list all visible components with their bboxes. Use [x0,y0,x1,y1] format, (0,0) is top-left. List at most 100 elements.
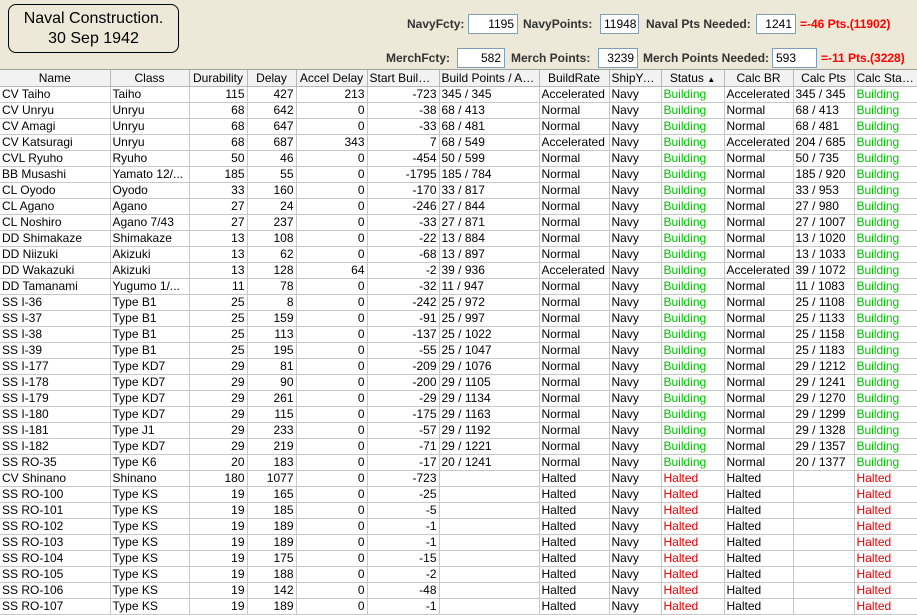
cell-status: Building [661,310,725,327]
table-row[interactable]: SS RO-104 Type KS 19 175 0 -15 Halted Navy Halte… [0,550,917,567]
cell-build-points: 27 / 871 [439,214,540,231]
table-row[interactable]: SS I-179 Type KD7 29 261 0 -29 29 / 1134 Normal… [0,390,917,407]
column-header-calc-br[interactable]: Calc BR [724,70,794,87]
column-header-calc-status[interactable]: Calc Status [854,70,917,87]
column-header-calc-pts[interactable]: Calc Pts [793,70,855,87]
table-header-row: Name Class Durability Delay Accel Delay … [0,70,917,87]
cell-calc-pts [793,470,855,487]
cell-start-building: -1 [367,518,440,535]
cell-accel-delay: 213 [296,86,368,103]
table-row[interactable]: SS I-180 Type KD7 29 115 0 -175 29 / 1163 Norma… [0,406,917,423]
cell-calc-pts [793,550,855,567]
column-header-durability[interactable]: Durability [189,70,248,87]
table-row[interactable]: SS RO-107 Type KS 19 189 0 -1 Halted Navy Halted… [0,598,917,615]
table-row[interactable]: SS RO-105 Type KS 19 188 0 -2 Halted Navy Halted… [0,566,917,583]
cell-shipyard: Navy [609,278,662,295]
table-row[interactable]: CV Unryu Unryu 68 642 0 -38 68 / 413 Normal Navy… [0,102,917,119]
column-header-build-points[interactable]: Build Points / Ag... [439,70,540,87]
cell-calc-br: Normal [724,438,794,455]
merch-points-field[interactable]: 3239 [598,48,638,68]
cell-durability: 13 [189,262,248,279]
cell-start-building: -1 [367,598,440,615]
cell-delay: 1077 [247,470,297,487]
naval-deficit-text: =-46 Pts.(11902) [800,17,891,31]
cell-status: Building [661,166,725,183]
cell-accel-delay: 0 [296,342,368,359]
cell-calc-br: Normal [724,390,794,407]
cell-calc-br: Normal [724,310,794,327]
construction-table-panel[interactable]: Name Class Durability Delay Accel Delay … [0,69,917,615]
cell-accel-delay: 0 [296,182,368,199]
table-row[interactable]: BB Musashi Yamato 12/... 185 55 0 -1795 185 / … [0,166,917,183]
table-row[interactable]: SS RO-102 Type KS 19 189 0 -1 Halted Navy Halted… [0,518,917,535]
cell-calc-pts: 25 / 1133 [793,310,855,327]
table-row[interactable]: DD Shimakaze Shimakaze 13 108 0 -22 13 / 884 No… [0,230,917,247]
table-row[interactable]: SS I-37 Type B1 25 159 0 -91 25 / 997 Normal Nav… [0,310,917,327]
table-row[interactable]: CV Amagi Unryu 68 647 0 -33 68 / 481 Normal Navy… [0,118,917,135]
cell-durability: 19 [189,598,248,615]
cell-calc-pts: 20 / 1377 [793,454,855,471]
cell-calc-status: Building [854,310,917,327]
merch-factory-field[interactable]: 582 [457,48,505,68]
column-header-name[interactable]: Name [0,70,111,87]
column-header-accel-delay[interactable]: Accel Delay [296,70,368,87]
cell-status: Building [661,182,725,199]
cell-shipyard: Navy [609,422,662,439]
construction-table[interactable]: Name Class Durability Delay Accel Delay … [0,70,917,615]
table-row[interactable]: SS RO-103 Type KS 19 189 0 -1 Halted Navy Halted… [0,534,917,551]
table-row[interactable]: CVL Ryuho Ryuho 50 46 0 -454 50 / 599 Normal Nav… [0,150,917,167]
table-row[interactable]: SS I-177 Type KD7 29 81 0 -209 29 / 1076 Normal… [0,358,917,375]
cell-name: SS I-180 [0,406,111,423]
cell-build-rate: Normal [539,230,610,247]
cell-calc-pts: 13 / 1033 [793,246,855,263]
column-header-shipyard[interactable]: ShipYard [609,70,662,87]
table-row[interactable]: DD Niizuki Akizuki 13 62 0 -68 13 / 897 Normal N… [0,246,917,263]
column-header-delay[interactable]: Delay [247,70,297,87]
table-row[interactable]: SS I-178 Type KD7 29 90 0 -200 29 / 1105 Normal… [0,374,917,391]
table-row[interactable]: SS RO-35 Type K6 20 183 0 -17 20 / 1241 Normal N… [0,454,917,471]
table-row[interactable]: CL Agano Agano 27 24 0 -246 27 / 844 Normal Navy… [0,198,917,215]
table-row[interactable]: SS RO-106 Type KS 19 142 0 -48 Halted Navy Halte… [0,582,917,599]
naval-pts-needed-field[interactable]: 1241 [756,14,796,34]
cell-build-points: 29 / 1192 [439,422,540,439]
table-row[interactable]: SS RO-101 Type KS 19 185 0 -5 Halted Navy Halted… [0,502,917,519]
cell-class: Ryuho [110,150,190,167]
table-row[interactable]: SS I-182 Type KD7 29 219 0 -71 29 / 1221 Normal… [0,438,917,455]
column-header-build-rate[interactable]: BuildRate [539,70,610,87]
cell-status: Building [661,374,725,391]
table-row[interactable]: SS I-181 Type J1 29 233 0 -57 29 / 1192 Normal N… [0,422,917,439]
table-row[interactable]: SS I-39 Type B1 25 195 0 -55 25 / 1047 Normal Na… [0,342,917,359]
table-row[interactable]: SS RO-100 Type KS 19 165 0 -25 Halted Navy Halte… [0,486,917,503]
table-row[interactable]: CL Oyodo Oyodo 33 160 0 -170 33 / 817 Normal Nav… [0,182,917,199]
table-row[interactable]: CV Taiho Taiho 115 427 213 -723 345 / 345 Accel… [0,86,917,103]
cell-class: Type KD7 [110,438,190,455]
cell-status: Building [661,358,725,375]
navy-points-field[interactable]: 11948 [600,14,639,34]
cell-start-building: -137 [367,326,440,343]
cell-build-rate: Halted [539,582,610,599]
table-row[interactable]: CV Shinano Shinano 180 1077 0 -723 Halted Navy H… [0,470,917,487]
cell-start-building: -1795 [367,166,440,183]
cell-calc-pts: 33 / 953 [793,182,855,199]
cell-start-building: -209 [367,358,440,375]
table-row[interactable]: CL Noshiro Agano 7/43 27 237 0 -33 27 / 871 Nor… [0,214,917,231]
table-row[interactable]: CV Katsuragi Unryu 68 687 343 7 68 / 549 Accele… [0,134,917,151]
navy-factory-field[interactable]: 1195 [468,14,518,34]
cell-durability: 33 [189,182,248,199]
cell-build-points: 29 / 1076 [439,358,540,375]
table-row[interactable]: DD Wakazuki Akizuki 13 128 64 -2 39 / 936 Accel… [0,262,917,279]
table-row[interactable]: SS I-36 Type B1 25 8 0 -242 25 / 972 Normal Navy… [0,294,917,311]
table-row[interactable]: SS I-38 Type B1 25 113 0 -137 25 / 1022 Normal N… [0,326,917,343]
cell-calc-status: Building [854,406,917,423]
column-header-status[interactable]: Status ▲ [661,70,725,87]
cell-calc-br: Halted [724,566,794,583]
cell-build-rate: Normal [539,214,610,231]
merch-pts-needed-field[interactable]: 593 [772,48,817,68]
cell-accel-delay: 0 [296,246,368,263]
cell-shipyard: Navy [609,598,662,615]
column-header-class[interactable]: Class [110,70,190,87]
cell-accel-delay: 0 [296,438,368,455]
column-header-start-building[interactable]: Start Buildi... [367,70,440,87]
cell-status: Building [661,390,725,407]
table-row[interactable]: DD Tamanami Yugumo 1/... 11 78 0 -32 11 / 947 N… [0,278,917,295]
